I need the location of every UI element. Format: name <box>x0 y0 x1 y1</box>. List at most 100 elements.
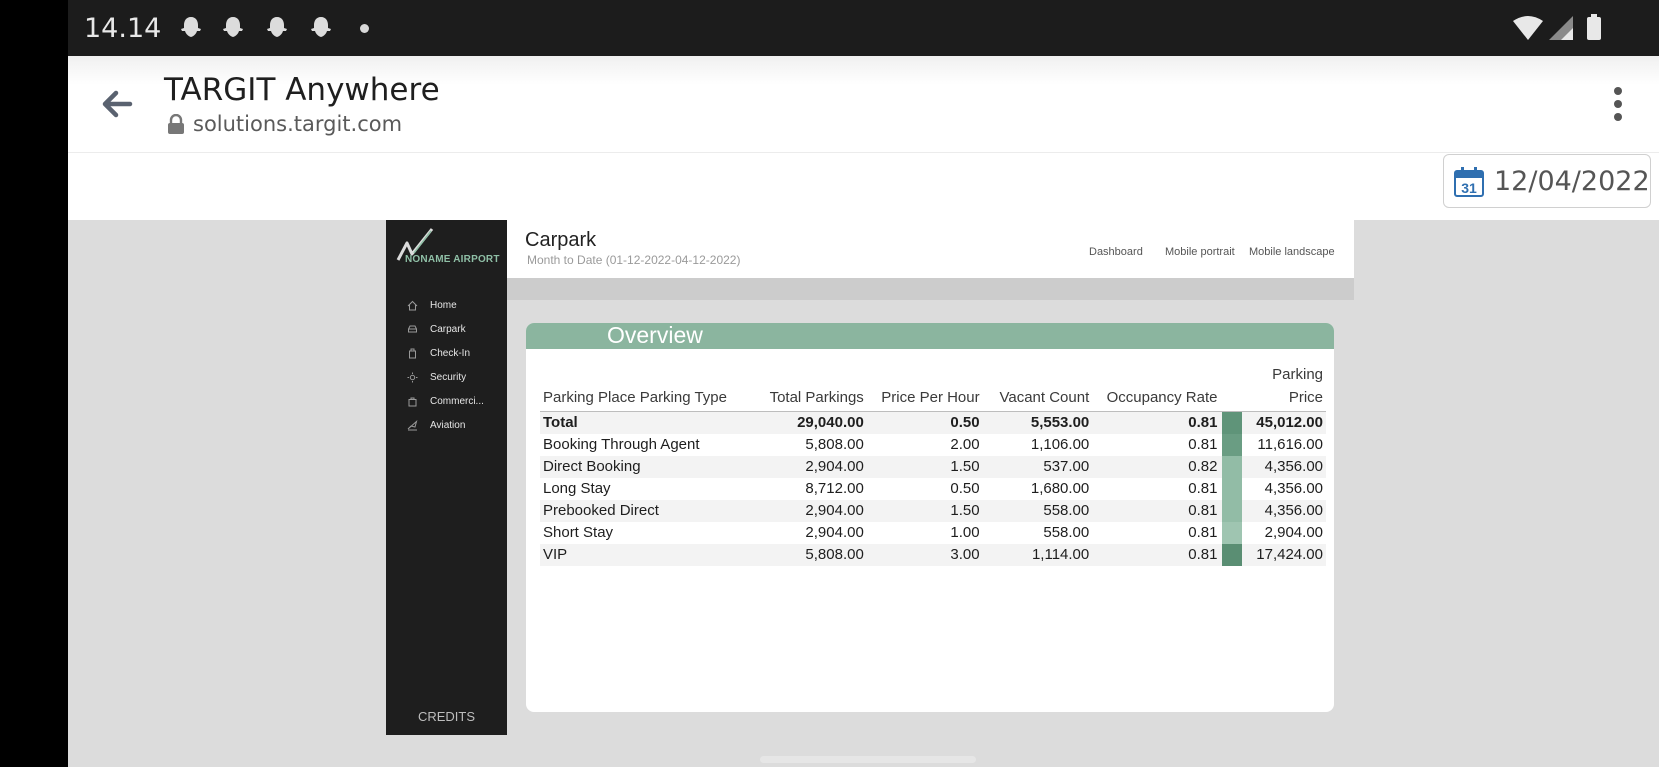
column-header[interactable]: Price Per Hour <box>866 361 983 412</box>
calendar-icon: 31 <box>1454 167 1484 197</box>
table-cell: 4,356.00 <box>1243 456 1326 478</box>
table-cell: 2,904.00 <box>1264 524 1323 541</box>
credits-link[interactable]: CREDITS <box>386 709 507 724</box>
column-header[interactable]: Total Parkings <box>738 361 867 412</box>
selected-date: 12/04/2022 <box>1494 166 1650 197</box>
sidebar-item-home[interactable]: Home <box>404 296 504 316</box>
table-row[interactable]: VIP 5,808.00 3.00 1,114.00 0.81 17,424.0… <box>540 544 1326 566</box>
table-cell: 11,616.00 <box>1257 436 1323 453</box>
shopping-bag-icon <box>408 397 417 407</box>
table-cell: 1.00 <box>950 524 980 541</box>
table-row[interactable]: Booking Through Agent 5,808.00 2.00 1,10… <box>540 434 1326 456</box>
table-cell: 1,106.00 <box>1030 436 1090 453</box>
page-url: solutions.targit.com <box>193 112 403 136</box>
gesture-nav-handle[interactable] <box>760 756 976 763</box>
table-row-total[interactable]: Total 29,040.00 0.50 5,553.00 0.81 45,01… <box>540 411 1326 434</box>
luggage-icon <box>409 348 416 359</box>
dashboard-header: Carpark Month to Date (01-12-2022-04-12-… <box>507 220 1354 278</box>
plane-icon <box>407 420 418 431</box>
table-cell: 0.81 <box>1092 411 1221 434</box>
table-header-row: Parking Place Parking Type Total Parking… <box>540 361 1326 412</box>
table-cell: 0.50 <box>866 411 983 434</box>
occupancy-swatch <box>1220 478 1243 500</box>
more-options-icon[interactable] <box>1611 84 1625 124</box>
view-link-mobile-portrait[interactable]: Mobile portrait <box>1165 246 1235 258</box>
sidebar-item-label: Check-In <box>430 348 471 359</box>
table-cell: Short Stay <box>543 524 614 541</box>
header-divider-strip <box>507 278 1354 300</box>
table-cell: 0.81 <box>1188 480 1218 497</box>
status-time: 14.14 <box>84 13 162 44</box>
more-notifications-dot <box>360 24 369 33</box>
table-row[interactable]: Direct Booking 2,904.00 1.50 537.00 0.82… <box>540 456 1326 478</box>
occupancy-swatch <box>1220 456 1244 478</box>
table-cell: 0.50 <box>950 480 980 497</box>
period-subtitle: Month to Date (01-12-2022-04-12-2022) <box>527 253 741 267</box>
table-cell: 0.81 <box>1188 524 1218 541</box>
sidebar-item-carpark[interactable]: Carpark <box>404 320 504 340</box>
occupancy-swatch <box>1220 544 1244 566</box>
snapchat-notification-icon <box>223 17 243 37</box>
sidebar-item-aviation[interactable]: Aviation <box>404 416 504 436</box>
table-cell: 537.00 <box>982 456 1093 478</box>
table-cell: VIP <box>540 544 739 566</box>
occupancy-swatch <box>1220 522 1243 544</box>
column-header[interactable]: Parking Place Parking Type <box>540 361 739 412</box>
table-row[interactable]: Short Stay 2,904.00 1.00 558.00 0.81 2,9… <box>540 522 1326 544</box>
dashboard: NONAME AIRPORT Home Carpark Check-In Sec… <box>386 220 1354 735</box>
table-cell: Prebooked Direct <box>540 500 739 522</box>
overview-panel: Overview Parking Place Parking Type Tota… <box>526 323 1334 712</box>
calendar-day: 31 <box>1461 180 1477 196</box>
table-cell: 17,424.00 <box>1243 544 1326 566</box>
table-cell: Direct Booking <box>540 456 739 478</box>
table-cell: 1.50 <box>866 456 983 478</box>
sidebar-item-label: Security <box>430 372 467 383</box>
snapchat-notification-icon <box>267 17 287 37</box>
column-header[interactable]: Parking Price <box>1243 361 1326 412</box>
table-cell: 5,553.00 <box>982 411 1093 434</box>
battery-icon <box>1587 17 1601 40</box>
table-cell: 4,356.00 <box>1243 500 1326 522</box>
column-header-swatch <box>1220 361 1244 412</box>
table-row[interactable]: Long Stay 8,712.00 0.50 1,680.00 0.81 4,… <box>540 478 1326 500</box>
wifi-icon <box>1513 16 1543 40</box>
back-arrow-icon[interactable] <box>96 84 136 124</box>
sidebar-item-check-in[interactable]: Check-In <box>404 344 504 364</box>
date-filter-bar: 31 12/04/2022 <box>68 152 1659 220</box>
occupancy-swatch <box>1220 500 1244 522</box>
table-row[interactable]: Prebooked Direct 2,904.00 1.50 558.00 0.… <box>540 500 1326 522</box>
table-cell: 4,356.00 <box>1264 480 1323 497</box>
sidebar-item-commercial[interactable]: Commerci... <box>404 392 504 412</box>
sidebar-item-security[interactable]: Security <box>404 368 504 388</box>
car-icon <box>408 325 417 333</box>
home-icon <box>407 300 418 311</box>
column-header[interactable]: Vacant Count <box>982 361 1093 412</box>
table-cell: 8,712.00 <box>805 480 864 497</box>
overview-table: Parking Place Parking Type Total Parking… <box>540 361 1326 566</box>
table-cell: 29,040.00 <box>738 411 867 434</box>
sidebar-item-label: Commerci... <box>430 396 484 407</box>
table-cell: Total <box>540 411 739 434</box>
sidebar: NONAME AIRPORT Home Carpark Check-In Sec… <box>386 220 507 735</box>
view-link-mobile-landscape[interactable]: Mobile landscape <box>1249 246 1335 258</box>
table-cell: 558.00 <box>1043 524 1090 541</box>
overview-title: Overview <box>607 323 703 348</box>
table-cell: 0.81 <box>1188 436 1218 453</box>
occupancy-swatch <box>1220 411 1244 434</box>
view-link-dashboard[interactable]: Dashboard <box>1089 246 1143 258</box>
table-cell: 45,012.00 <box>1243 411 1326 434</box>
security-icon <box>407 372 418 383</box>
overview-header: Overview <box>526 323 1334 349</box>
system-status-icons <box>1513 14 1601 40</box>
table-cell: 3.00 <box>866 544 983 566</box>
table-cell: 5,808.00 <box>805 436 864 453</box>
browser-toolbar: TARGIT Anywhere solutions.targit.com <box>68 56 1659 152</box>
table-cell: 1,680.00 <box>1030 480 1090 497</box>
table-cell: 1,114.00 <box>982 544 1093 566</box>
table-cell: 2.00 <box>950 436 980 453</box>
table-cell: 2,904.00 <box>738 500 867 522</box>
date-picker-button[interactable]: 31 12/04/2022 <box>1443 154 1651 208</box>
column-header[interactable]: Occupancy Rate <box>1092 361 1221 412</box>
table-cell: 0.81 <box>1092 500 1221 522</box>
device-bezel <box>0 0 68 767</box>
